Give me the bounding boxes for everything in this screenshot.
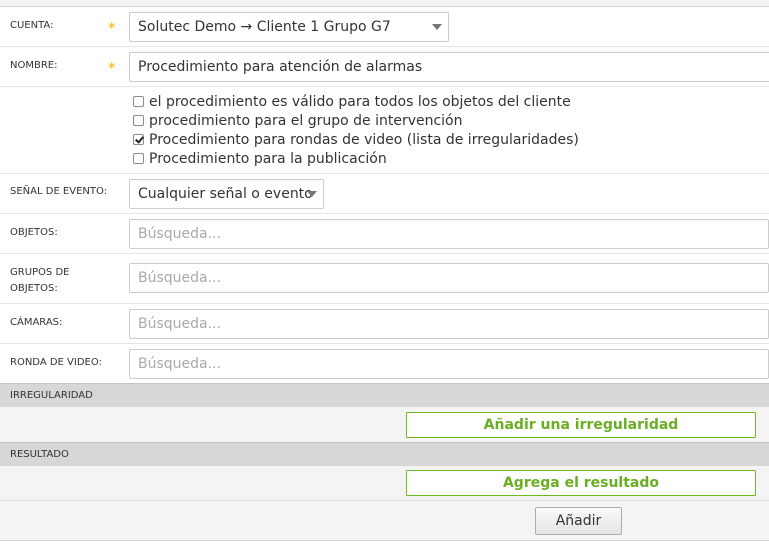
camaras-label: CÁMARAS: xyxy=(10,317,63,328)
grupos-label: GRUPOS DE xyxy=(10,267,70,278)
grupos-placeholder: Búsqueda... xyxy=(138,270,221,286)
add-button[interactable]: Añadir xyxy=(535,507,622,535)
checkbox-rondas-video[interactable]: Procedimiento para rondas de video (list… xyxy=(133,130,579,149)
senal-label: SEÑAL DE EVENTO: xyxy=(10,186,108,197)
cuenta-select-value: Solutec Demo → Cliente 1 Grupo G7 xyxy=(138,19,391,35)
camaras-placeholder: Búsqueda... xyxy=(138,316,221,332)
checkbox-label: procedimiento para el grupo de intervenc… xyxy=(149,112,463,129)
camaras-row: CÁMARAS: Búsqueda... xyxy=(0,304,769,344)
ronda-label: RONDA DE VIDEO: xyxy=(10,357,102,368)
checkbox-box[interactable] xyxy=(133,115,144,126)
cuenta-row: CUENTA: * Solutec Demo → Cliente 1 Grupo… xyxy=(0,7,769,47)
grupos-label-line2: OBJETOS: xyxy=(10,283,58,294)
ronda-placeholder: Búsqueda... xyxy=(138,356,221,372)
ronda-search-input[interactable]: Búsqueda... xyxy=(129,349,769,379)
senal-select[interactable]: Cualquier señal o evento xyxy=(129,179,324,209)
irregularidad-header: IRREGULARIDAD xyxy=(0,383,769,407)
checkbox-todos-objetos[interactable]: el procedimiento es válido para todos lo… xyxy=(133,92,571,111)
cuenta-select[interactable]: Solutec Demo → Cliente 1 Grupo G7 xyxy=(129,12,449,42)
required-star-icon: * xyxy=(108,59,116,77)
objetos-placeholder: Búsqueda... xyxy=(138,226,221,242)
nombre-input[interactable]: Procedimiento para atención de alarmas xyxy=(129,52,769,82)
grupos-search-input[interactable]: Búsqueda... xyxy=(129,263,769,293)
checkbox-box[interactable] xyxy=(133,96,144,107)
grupos-row: GRUPOS DE OBJETOS: Búsqueda... xyxy=(0,254,769,304)
objetos-search-input[interactable]: Búsqueda... xyxy=(129,219,769,249)
nombre-label: NOMBRE: xyxy=(10,60,58,71)
checkbox-label: Procedimiento para la publicación xyxy=(149,150,387,167)
checkbox-label: Procedimiento para rondas de video (list… xyxy=(149,131,579,148)
checkbox-box[interactable] xyxy=(133,153,144,164)
top-bar xyxy=(0,0,769,7)
checkbox-publicacion[interactable]: Procedimiento para la publicación xyxy=(133,149,387,168)
footer-bar: Añadir xyxy=(0,501,769,541)
ronda-row: RONDA DE VIDEO: Búsqueda... xyxy=(0,344,769,384)
camaras-search-input[interactable]: Búsqueda... xyxy=(129,309,769,339)
required-star-icon: * xyxy=(108,19,116,37)
nombre-row: NOMBRE: * Procedimiento para atención de… xyxy=(0,47,769,87)
cuenta-label: CUENTA: xyxy=(10,20,54,31)
irregularidad-body: Añadir una irregularidad xyxy=(0,407,769,443)
add-result-button[interactable]: Agrega el resultado xyxy=(406,470,756,496)
nombre-input-value: Procedimiento para atención de alarmas xyxy=(138,59,423,75)
checkbox-box-checked[interactable] xyxy=(133,134,144,145)
resultado-header: RESULTADO xyxy=(0,442,769,466)
senal-row: SEÑAL DE EVENTO: Cualquier señal o event… xyxy=(0,174,769,214)
objetos-label: OBJETOS: xyxy=(10,227,58,238)
chevron-down-icon xyxy=(307,191,317,197)
senal-select-value: Cualquier señal o evento xyxy=(138,186,313,202)
objetos-row: OBJETOS: Búsqueda... xyxy=(0,214,769,254)
add-irregularity-button[interactable]: Añadir una irregularidad xyxy=(406,412,756,438)
chevron-down-icon xyxy=(432,24,442,30)
checkbox-label: el procedimiento es válido para todos lo… xyxy=(149,93,571,110)
options-row: el procedimiento es válido para todos lo… xyxy=(0,87,769,174)
checkbox-grupo-intervencion[interactable]: procedimiento para el grupo de intervenc… xyxy=(133,111,463,130)
resultado-body: Agrega el resultado xyxy=(0,466,769,501)
